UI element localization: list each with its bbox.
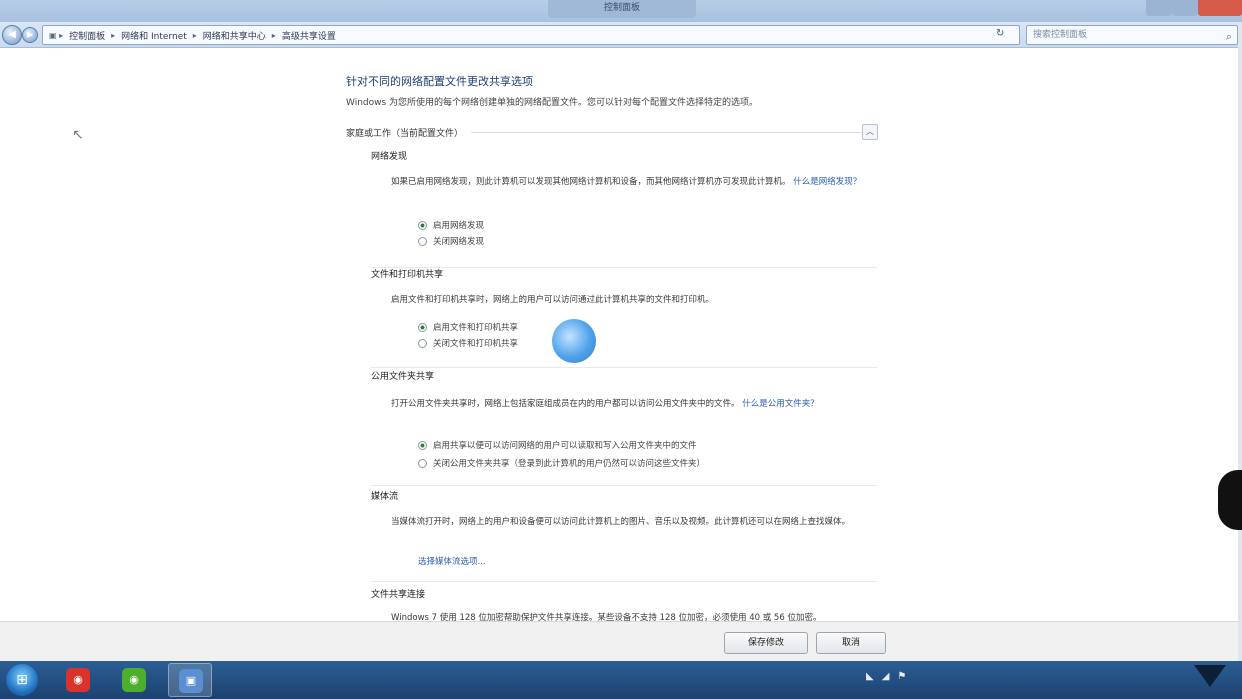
- occluding-object: [1218, 470, 1242, 530]
- section-body-text: 当媒体流打开时，网络上的用户和设备便可以访问此计算机上的图片、音乐以及视频。此计…: [391, 517, 851, 527]
- breadcrumb-item[interactable]: 高级共享设置: [282, 29, 336, 42]
- divider: [371, 267, 877, 268]
- window-title-bar: 控制面板: [0, 0, 1242, 22]
- help-link[interactable]: 什么是网络发现？: [793, 177, 861, 187]
- app-red-icon: ◉: [66, 668, 90, 692]
- divider: [471, 131, 878, 133]
- section-title: 网络发现: [371, 152, 408, 162]
- dialog-button-bar: 保存修改 取消: [0, 621, 1238, 661]
- windows-start-icon[interactable]: ⊞: [6, 664, 38, 696]
- page-title: 针对不同的网络配置文件更改共享选项: [346, 75, 533, 88]
- section-body-text: 如果已启用网络发现，则此计算机可以发现其他网络计算机和设备，而其他网络计算机亦可…: [391, 177, 791, 187]
- profile-header[interactable]: 家庭或工作（当前配置文件） ︿: [346, 123, 878, 141]
- taskbar-app-active[interactable]: ▣: [168, 663, 212, 697]
- media-streaming-link[interactable]: 选择媒体流选项...: [418, 555, 486, 567]
- window-border: [1238, 22, 1242, 662]
- taskbar: ⊞ ◉ ◉ ▣ ◣ ◢ ⚑: [0, 661, 1242, 699]
- section-title: 公用文件夹共享: [371, 372, 435, 382]
- radio-label: 启用共享以便可以访问网络的用户可以读取和写入公用文件夹中的文件: [433, 441, 697, 451]
- radio-option[interactable]: 启用网络发现: [418, 219, 484, 231]
- taskbar-app[interactable]: ◉: [56, 663, 100, 697]
- close-button[interactable]: [1198, 0, 1242, 16]
- radio-option[interactable]: 关闭公用文件夹共享（登录到此计算机的用户仍然可以访问这些文件夹）: [418, 457, 705, 469]
- section-title: 媒体流: [371, 492, 399, 502]
- search-placeholder: 搜索控制面板: [1033, 30, 1088, 40]
- section-body-text: 打开公用文件夹共享时，网络上包括家庭组成员在内的用户都可以访问公用文件夹中的文件…: [391, 399, 740, 409]
- divider: [371, 581, 877, 582]
- control-panel-icon: ▣: [179, 669, 203, 693]
- section-title: 文件和打印机共享: [371, 270, 444, 280]
- section-body: Windows 7 使用 128 位加密帮助保护文件共享连接。某些设备不支持 1…: [391, 611, 871, 621]
- forward-button[interactable]: ▶: [22, 27, 38, 43]
- radio-button[interactable]: [418, 236, 427, 246]
- divider: [371, 367, 877, 368]
- radio-option[interactable]: 关闭文件和打印机共享: [418, 337, 518, 349]
- help-link[interactable]: 什么是公用文件夹？: [742, 399, 819, 409]
- radio-option[interactable]: 关闭网络发现: [418, 235, 484, 247]
- app-green-icon: ◉: [122, 668, 146, 692]
- page-description: Windows 为您所使用的每个网络创建单独的网络配置文件。您可以针对每个配置文…: [346, 98, 759, 108]
- breadcrumb-item[interactable]: 网络和共享中心: [203, 29, 266, 42]
- radio-button-selected[interactable]: [418, 440, 427, 450]
- divider: [371, 485, 877, 486]
- mouse-pointer-icon: ↖: [72, 127, 84, 143]
- forward-arrow-icon: ▶: [26, 30, 34, 39]
- radio-label: 关闭文件和打印机共享: [433, 339, 519, 349]
- radio-button[interactable]: [418, 338, 427, 348]
- arrow-down-icon: [1194, 665, 1226, 687]
- section-body-text: 启用文件和打印机共享时，网络上的用户可以访问通过此计算机共享的文件和打印机。: [391, 295, 715, 305]
- address-toolbar: ◀ ▶ ▣ ▸ 控制面板 ▸ 网络和 Internet ▸ 网络和共享中心 ▸ …: [0, 22, 1242, 48]
- radio-button[interactable]: [418, 458, 427, 468]
- refresh-button[interactable]: ↻: [996, 28, 1004, 39]
- breadcrumb-item[interactable]: 控制面板: [69, 29, 105, 42]
- window-title: 控制面板: [548, 0, 696, 18]
- settings-content: ↖ 针对不同的网络配置文件更改共享选项 Windows 为您所使用的每个网络创建…: [0, 49, 1238, 621]
- chevron-right-icon[interactable]: ▸: [111, 31, 115, 40]
- system-tray: ◣ ◢ ⚑: [866, 671, 906, 682]
- radio-label: 关闭公用文件夹共享（登录到此计算机的用户仍然可以访问这些文件夹）: [433, 459, 706, 469]
- back-button[interactable]: ◀: [2, 25, 22, 45]
- taskbar-app[interactable]: ◉: [112, 663, 156, 697]
- section-body: 如果已启用网络发现，则此计算机可以发现其他网络计算机和设备，而其他网络计算机亦可…: [391, 175, 871, 190]
- section-body: 启用文件和打印机共享时，网络上的用户可以访问通过此计算机共享的文件和打印机。: [391, 293, 871, 308]
- radio-label: 启用文件和打印机共享: [433, 323, 519, 333]
- radio-option[interactable]: 启用文件和打印机共享: [418, 321, 518, 333]
- section-body-text: Windows 7 使用 128 位加密帮助保护文件共享连接。某些设备不支持 1…: [391, 613, 822, 621]
- chevron-right-icon[interactable]: ▸: [193, 31, 197, 40]
- breadcrumb-item[interactable]: 网络和 Internet: [121, 29, 187, 42]
- cancel-button[interactable]: 取消: [816, 632, 886, 654]
- address-field[interactable]: ▣ ▸ 控制面板 ▸ 网络和 Internet ▸ 网络和共享中心 ▸ 高级共享…: [42, 25, 1020, 45]
- radio-button-selected[interactable]: [418, 322, 427, 332]
- busy-cursor-icon: [552, 319, 596, 363]
- radio-label: 启用网络发现: [433, 221, 485, 231]
- back-arrow-icon: ◀: [8, 29, 16, 40]
- minimize-button[interactable]: [1146, 0, 1172, 16]
- volume-icon[interactable]: ◢: [882, 671, 890, 682]
- section-body: 当媒体流打开时，网络上的用户和设备便可以访问此计算机上的图片、音乐以及视频。此计…: [391, 515, 871, 530]
- crumb-root-icon: ▣ ▸: [49, 30, 64, 40]
- search-input[interactable]: 搜索控制面板 ⌕: [1026, 25, 1238, 45]
- search-icon: ⌕: [1225, 30, 1232, 43]
- network-icon[interactable]: ◣: [866, 671, 874, 682]
- section-title: 文件共享连接: [371, 590, 426, 600]
- save-changes-button[interactable]: 保存修改: [724, 632, 808, 654]
- flag-icon[interactable]: ⚑: [897, 671, 906, 682]
- chevron-up-icon[interactable]: ︿: [862, 124, 878, 140]
- radio-option[interactable]: 启用共享以便可以访问网络的用户可以读取和写入公用文件夹中的文件: [418, 439, 697, 451]
- radio-label: 关闭网络发现: [433, 237, 485, 247]
- maximize-button[interactable]: [1172, 0, 1198, 16]
- section-body: 打开公用文件夹共享时，网络上包括家庭组成员在内的用户都可以访问公用文件夹中的文件…: [391, 397, 871, 412]
- refresh-icon: ↻: [996, 28, 1005, 39]
- chevron-right-icon[interactable]: ▸: [272, 31, 276, 40]
- radio-button-selected[interactable]: [418, 220, 427, 230]
- show-desktop-button[interactable]: [1180, 661, 1242, 699]
- profile-header-label: 家庭或工作（当前配置文件）: [346, 128, 464, 139]
